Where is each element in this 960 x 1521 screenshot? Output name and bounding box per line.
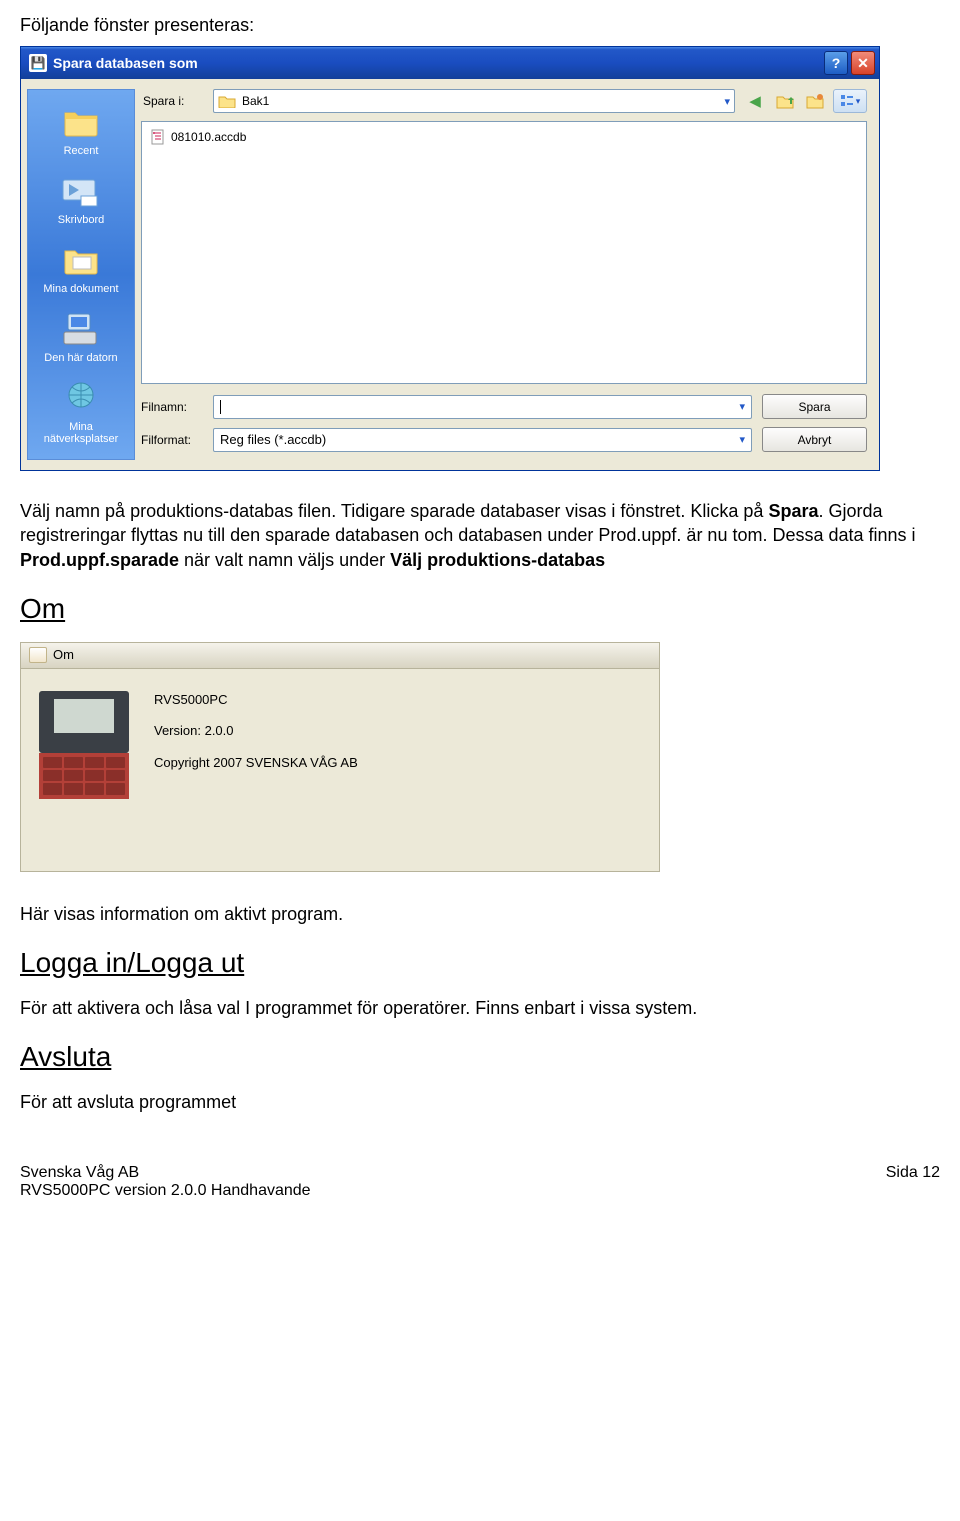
disk-icon: 💾	[29, 54, 47, 72]
file-item[interactable]: 081010.accdb	[150, 128, 858, 146]
accdb-file-icon	[150, 129, 166, 145]
paragraph-2: Här visas information om aktivt program.	[20, 902, 940, 926]
paragraph-1: Välj namn på produktions-databas filen. …	[20, 499, 940, 572]
dialog-titlebar[interactable]: 💾 Spara databasen som ? ✕	[21, 47, 879, 79]
form-icon	[29, 647, 47, 663]
documents-icon	[61, 240, 101, 280]
view-menu-button[interactable]: ▾	[833, 89, 867, 113]
place-desktop[interactable]: Skrivbord	[33, 167, 129, 232]
cancel-button[interactable]: Avbryt	[762, 427, 867, 452]
paragraph-4: För att avsluta programmet	[20, 1090, 940, 1114]
paragraph-3: För att aktivera och låsa val I programm…	[20, 996, 940, 1020]
footer-doc-info: RVS5000PC version 2.0.0 Handhavande	[20, 1182, 311, 1200]
device-illustration	[39, 691, 129, 799]
chevron-down-icon: ▾	[739, 400, 745, 413]
about-info: RVS5000PC Version: 2.0.0 Copyright 2007 …	[154, 691, 358, 786]
page-footer: Svenska Våg AB RVS5000PC version 2.0.0 H…	[20, 1164, 940, 1200]
save-as-dialog: 💾 Spara databasen som ? ✕ Recent Skrivbo…	[20, 46, 880, 471]
footer-page-number: Sida 12	[886, 1164, 940, 1200]
desktop-icon	[61, 171, 101, 211]
place-computer[interactable]: Den här datorn	[33, 305, 129, 370]
heading-avsluta: Avsluta	[20, 1038, 940, 1076]
intro-text: Följande fönster presenteras:	[20, 15, 940, 36]
save-in-dropdown[interactable]: Bak1 ▾	[213, 89, 735, 113]
footer-company: Svenska Våg AB	[20, 1164, 311, 1182]
filetype-label: Filformat:	[141, 433, 203, 447]
save-in-label: Spara i:	[143, 94, 205, 108]
chevron-down-icon: ▾	[856, 96, 861, 107]
chevron-down-icon: ▾	[724, 95, 730, 108]
help-button[interactable]: ?	[824, 51, 848, 75]
filename-label: Filnamn:	[141, 400, 203, 414]
about-program: RVS5000PC	[154, 691, 358, 709]
heading-om: Om	[20, 590, 940, 628]
folder-icon	[61, 102, 101, 142]
save-button[interactable]: Spara	[762, 394, 867, 419]
about-title: Om	[53, 646, 74, 664]
about-copyright: Copyright 2007 SVENSKA VÅG AB	[154, 754, 358, 772]
place-documents[interactable]: Mina dokument	[33, 236, 129, 301]
computer-icon	[61, 309, 101, 349]
about-version: Version: 2.0.0	[154, 722, 358, 740]
file-list-pane[interactable]: 081010.accdb	[141, 121, 867, 384]
close-button[interactable]: ✕	[851, 51, 875, 75]
network-icon	[61, 378, 101, 418]
filetype-dropdown[interactable]: Reg files (*.accdb)▾	[213, 428, 752, 452]
up-button[interactable]	[773, 89, 797, 113]
folder-icon	[218, 94, 236, 108]
new-folder-button[interactable]	[803, 89, 827, 113]
place-network[interactable]: Mina nätverksplatser	[33, 374, 129, 451]
about-window: Om RVS5000PC Version: 2.0.0 Copyright 20…	[20, 642, 660, 872]
chevron-down-icon: ▾	[739, 433, 745, 446]
back-button[interactable]: ◀	[743, 89, 767, 113]
dialog-title: Spara databasen som	[53, 55, 824, 71]
about-titlebar[interactable]: Om	[21, 643, 659, 669]
place-recent[interactable]: Recent	[33, 98, 129, 163]
text-cursor	[220, 400, 221, 414]
filename-input[interactable]: ▾	[213, 395, 752, 419]
places-bar: Recent Skrivbord Mina dokument Den här d…	[27, 89, 135, 460]
heading-login: Logga in/Logga ut	[20, 944, 940, 982]
